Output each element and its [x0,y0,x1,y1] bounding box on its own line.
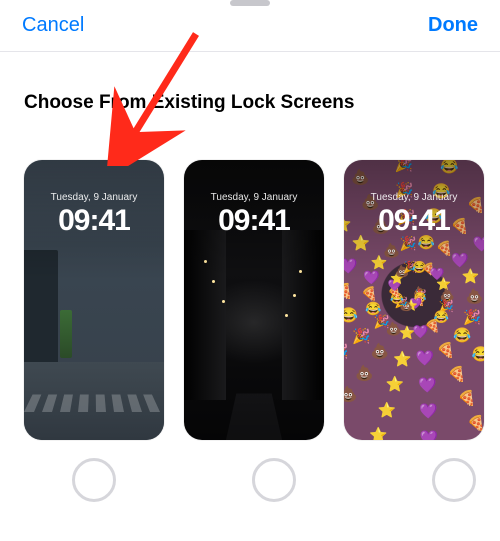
lock-screen-list: Tuesday, 9 January 09:41 Tuesday, 9 Janu… [24,160,476,440]
lock-screen-card[interactable]: 💩🎉😂🍕💜⭐💩🎉😂🍕💜⭐💩🎉😂🍕💜⭐💩🎉😂🍕💜⭐💩🎉😂🍕💜⭐💩🎉😂🍕💜⭐💩🎉😂🍕… [344,160,484,440]
done-button[interactable]: Done [428,14,478,37]
lock-screen-date: Tuesday, 9 January [344,192,484,203]
selection-row [24,458,476,502]
lock-screen-time: 09:41 [184,204,324,238]
select-radio[interactable] [72,458,116,502]
lock-screen-card[interactable]: Tuesday, 9 January 09:41 [184,160,324,440]
select-radio[interactable] [252,458,296,502]
select-radio[interactable] [432,458,476,502]
section-title: Choose From Existing Lock Screens [24,92,476,114]
lock-screen-date: Tuesday, 9 January [24,192,164,203]
lock-screen-date: Tuesday, 9 January [184,192,324,203]
lock-screen-time: 09:41 [344,204,484,238]
content-area: Choose From Existing Lock Screens Tuesda… [0,52,500,502]
lock-screen-card[interactable]: Tuesday, 9 January 09:41 [24,160,164,440]
cancel-button[interactable]: Cancel [22,14,84,37]
nav-bar: Cancel Done [0,0,500,52]
lock-screen-time: 09:41 [24,204,164,238]
sheet-grabber[interactable] [230,0,270,6]
